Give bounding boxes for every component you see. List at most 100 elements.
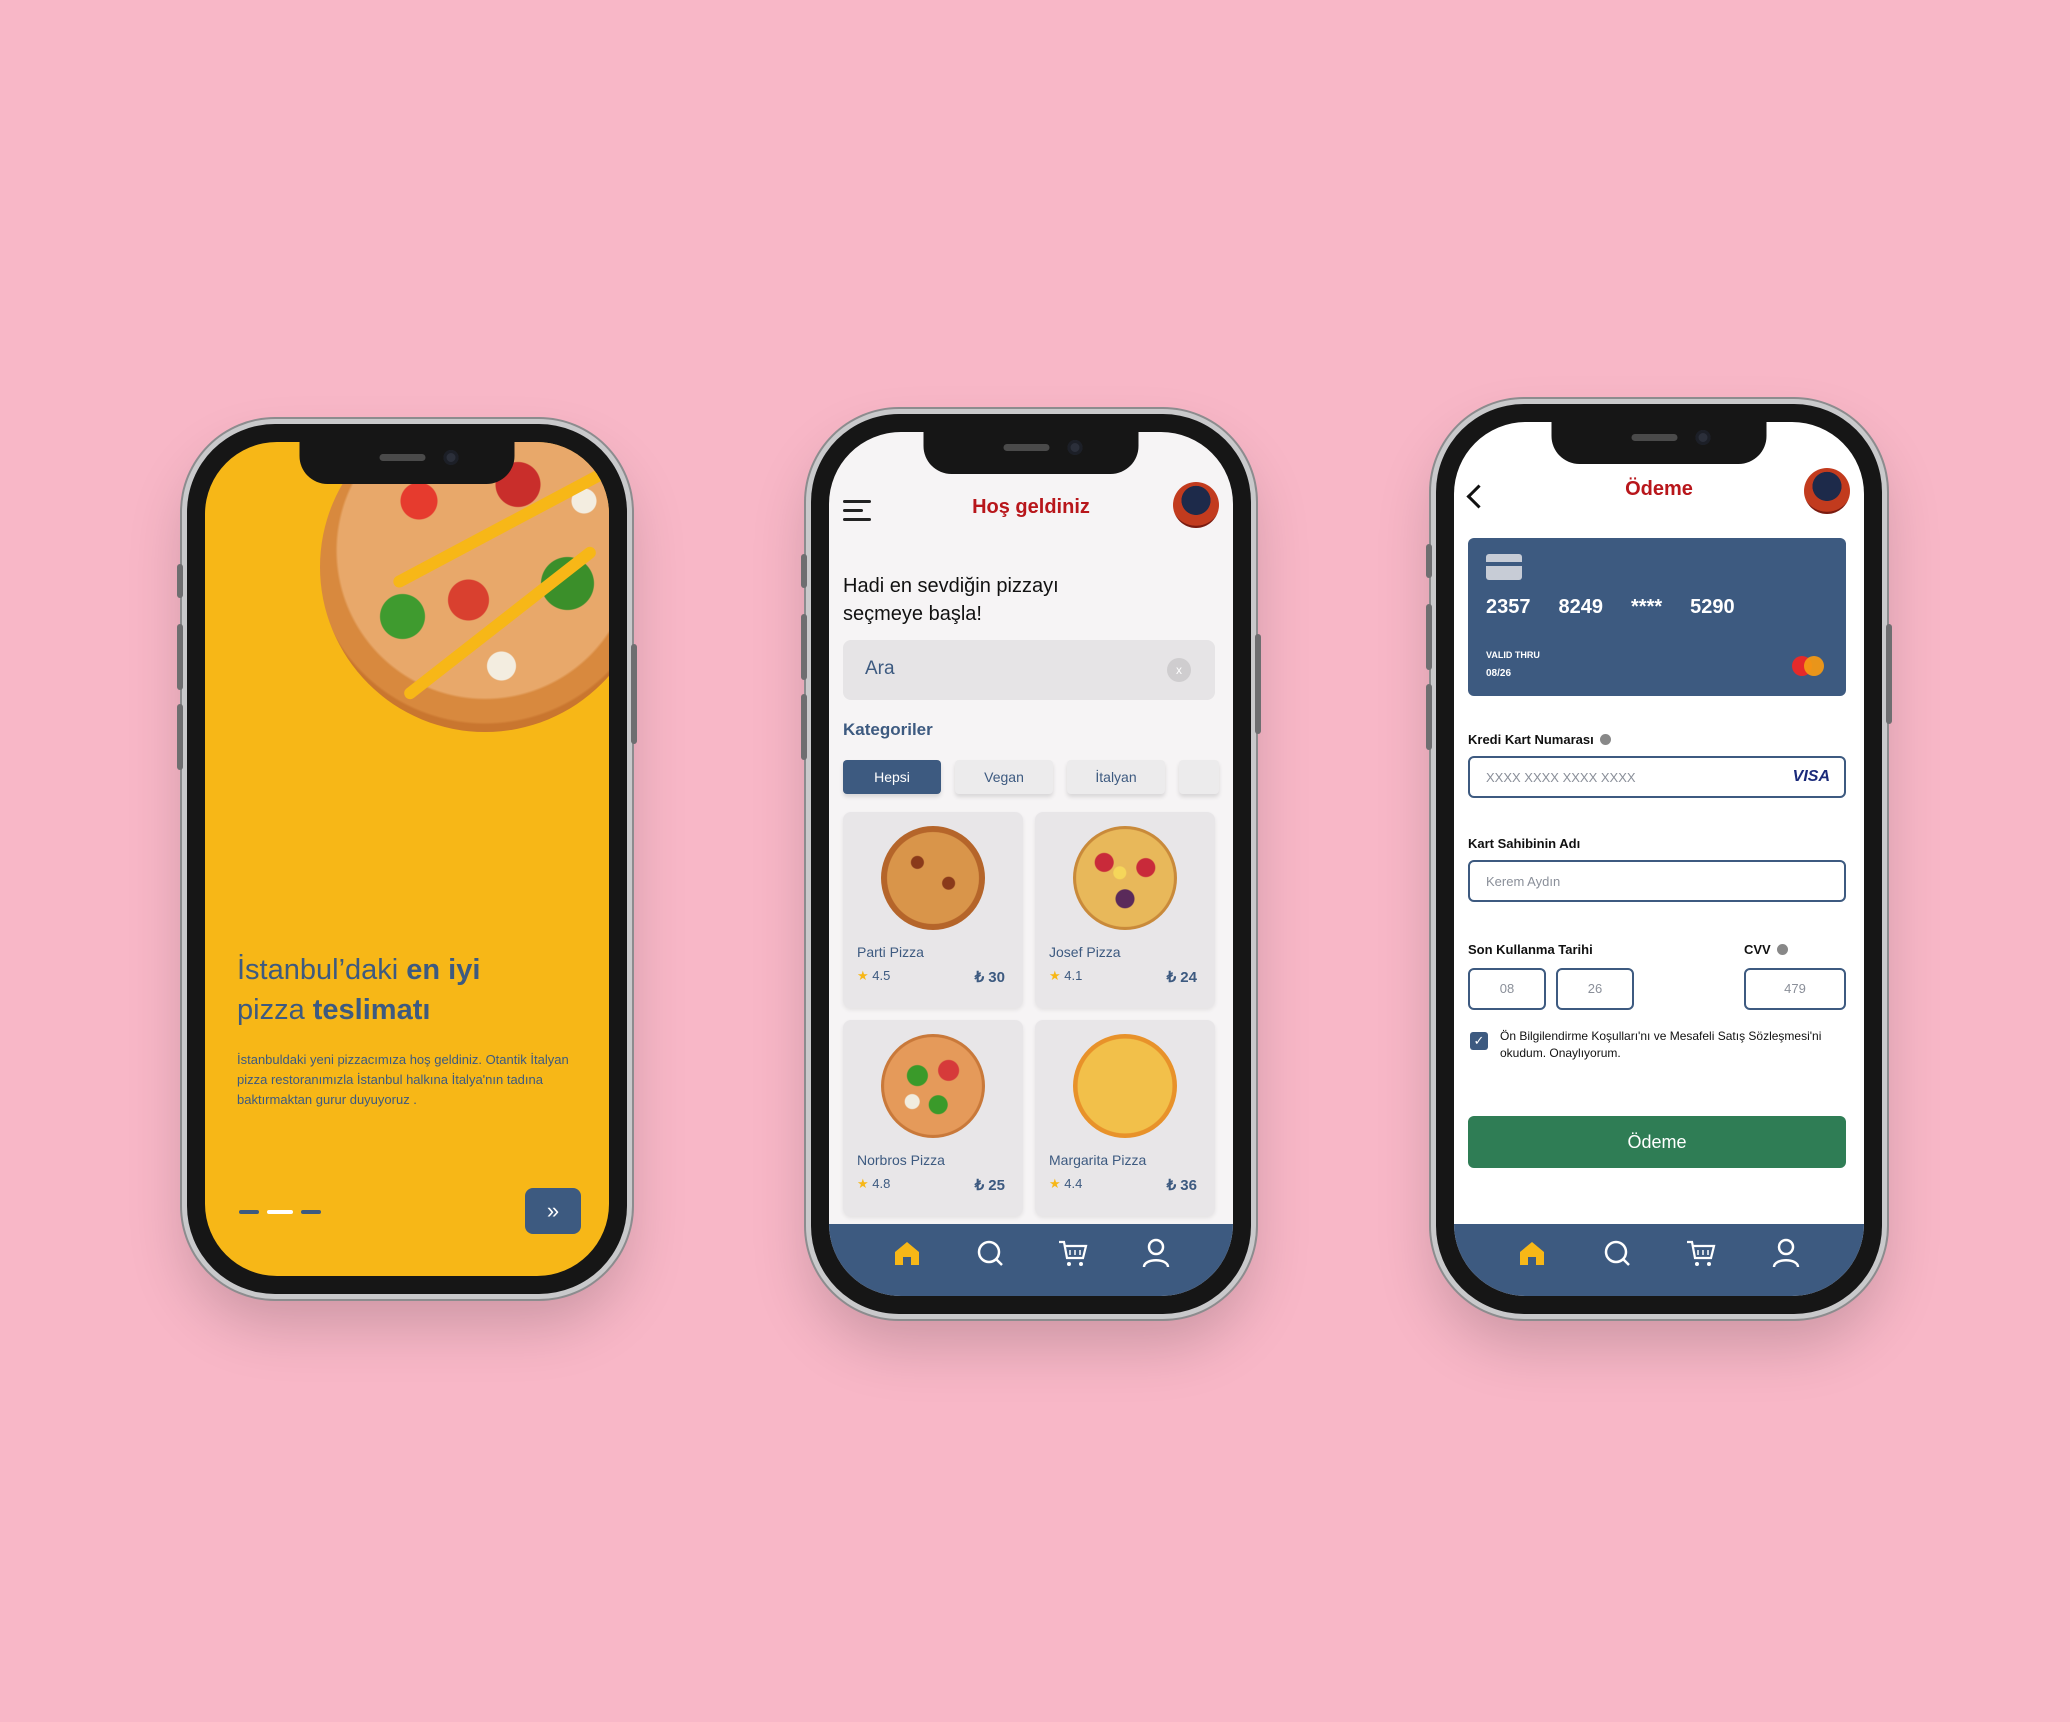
card-number-label: Kredi Kart Numarası bbox=[1468, 732, 1611, 747]
expiry-label: Son Kullanma Tarihi bbox=[1468, 942, 1593, 957]
rating-value: 4.5 bbox=[872, 968, 891, 983]
pizza-image bbox=[881, 1034, 985, 1138]
avatar[interactable] bbox=[1173, 482, 1219, 528]
terms-checkbox[interactable]: ✓ bbox=[1470, 1032, 1488, 1050]
onboarding-description: İstanbuldaki yeni pizzacımıza hoş geldin… bbox=[237, 1052, 569, 1107]
product-rating: ★ 4.5 bbox=[857, 968, 890, 984]
cart-icon[interactable] bbox=[1056, 1236, 1090, 1270]
category-chip-more[interactable] bbox=[1179, 760, 1219, 794]
title-bold: en iyi bbox=[406, 954, 481, 986]
categories-title: Kategoriler bbox=[843, 720, 933, 739]
product-card[interactable]: Josef Pizza ★ 4.1 ₺ 24 bbox=[1035, 812, 1215, 1008]
title-bold: teslimatı bbox=[312, 994, 431, 1026]
clear-search-icon[interactable]: x bbox=[1167, 658, 1191, 682]
cvv-label: CVV bbox=[1744, 942, 1788, 957]
page-dot-active bbox=[267, 1210, 293, 1214]
profile-icon[interactable] bbox=[1139, 1236, 1173, 1270]
title-text: pizza bbox=[237, 994, 313, 1026]
profile-icon[interactable] bbox=[1769, 1236, 1803, 1270]
holder-name-label: Kart Sahibinin Adı bbox=[1468, 836, 1581, 851]
page-indicator bbox=[239, 1210, 321, 1214]
phone-side-button bbox=[1886, 624, 1892, 724]
card-number-display: 2357 8249 **** 5290 bbox=[1486, 596, 1735, 619]
product-name: Parti Pizza bbox=[857, 944, 924, 960]
phone-side-button bbox=[177, 624, 183, 690]
holder-name-field[interactable]: Kerem Aydın bbox=[1468, 860, 1846, 902]
product-price: ₺ 25 bbox=[974, 1177, 1005, 1194]
product-price: ₺ 36 bbox=[1166, 1177, 1197, 1194]
phone-side-button bbox=[1426, 684, 1432, 750]
next-button[interactable]: » bbox=[525, 1188, 581, 1234]
card-number-group: **** bbox=[1631, 596, 1663, 618]
double-chevron-right-icon: » bbox=[546, 1198, 560, 1223]
product-price: ₺ 24 bbox=[1166, 969, 1197, 986]
phone-side-button bbox=[177, 564, 183, 598]
visa-logo-icon: VISA bbox=[1792, 768, 1830, 785]
page-dot bbox=[301, 1210, 321, 1214]
cart-icon[interactable] bbox=[1684, 1236, 1718, 1270]
avatar[interactable] bbox=[1804, 468, 1850, 514]
home-screen: Hoş geldiniz Hadi en sevdiğin pizzayı se… bbox=[829, 432, 1233, 1296]
payment-title: Ödeme bbox=[1625, 478, 1693, 500]
category-chip-hepsi[interactable]: Hepsi bbox=[843, 760, 941, 794]
card-icon bbox=[1486, 554, 1522, 580]
pizza-image bbox=[1073, 1034, 1177, 1138]
phone-side-button bbox=[1426, 544, 1432, 578]
card-number-field[interactable]: XXXX XXXX XXXX XXXX VISA bbox=[1468, 756, 1846, 798]
valid-thru-label: VALID THRU bbox=[1486, 650, 1540, 660]
label-text: CVV bbox=[1744, 942, 1771, 957]
cvv-field[interactable]: 479 bbox=[1744, 968, 1846, 1010]
search-icon[interactable] bbox=[973, 1236, 1007, 1270]
credit-card-preview: 2357 8249 **** 5290 VALID THRU 08/26 bbox=[1468, 538, 1846, 696]
onboarding-screen: İstanbul’daki en iyi pizza teslimatı İst… bbox=[205, 442, 609, 1276]
pizza-image bbox=[881, 826, 985, 930]
card-number-group: 5290 bbox=[1690, 596, 1735, 618]
payment-phone: Ödeme 2357 8249 **** 5290 VALID THRU 08/… bbox=[1426, 404, 1892, 1314]
phone-notch bbox=[299, 442, 515, 484]
product-price: ₺ 30 bbox=[974, 969, 1005, 986]
page-dot bbox=[239, 1210, 259, 1214]
pizza-image bbox=[1073, 826, 1177, 930]
product-card[interactable]: Norbros Pizza ★ 4.8 ₺ 25 bbox=[843, 1020, 1023, 1216]
expiry-year-field[interactable]: 26 bbox=[1556, 968, 1634, 1010]
phone-side-button bbox=[801, 694, 807, 760]
product-card[interactable]: Parti Pizza ★ 4.5 ₺ 30 bbox=[843, 812, 1023, 1008]
product-name: Norbros Pizza bbox=[857, 1152, 945, 1168]
home-phone: Hoş geldiniz Hadi en sevdiğin pizzayı se… bbox=[801, 414, 1261, 1314]
rating-value: 4.8 bbox=[872, 1176, 891, 1191]
onboarding-phone: İstanbul’daki en iyi pizza teslimatı İst… bbox=[177, 424, 637, 1294]
phone-side-button bbox=[801, 554, 807, 588]
category-chips: Hepsi Vegan İtalyan bbox=[843, 760, 1219, 794]
bottom-nav bbox=[1454, 1224, 1864, 1296]
home-icon[interactable] bbox=[890, 1236, 924, 1270]
star-icon: ★ bbox=[857, 1176, 869, 1191]
label-text: Kredi Kart Numarası bbox=[1468, 732, 1594, 747]
category-chip-italyan[interactable]: İtalyan bbox=[1067, 760, 1165, 794]
terms-text: Ön Bilgilendirme Koşulları'nı ve Mesafel… bbox=[1500, 1029, 1822, 1060]
product-rating: ★ 4.1 bbox=[1049, 968, 1082, 984]
phone-side-button bbox=[1426, 604, 1432, 670]
search-icon[interactable] bbox=[1600, 1236, 1634, 1270]
product-name: Josef Pizza bbox=[1049, 944, 1121, 960]
search-input[interactable]: Ara x bbox=[843, 640, 1215, 700]
help-icon[interactable] bbox=[1776, 944, 1788, 955]
product-grid: Parti Pizza ★ 4.5 ₺ 30 Josef Pizza ★ 4.1… bbox=[843, 812, 1215, 1216]
pay-button[interactable]: Ödeme bbox=[1468, 1116, 1846, 1168]
phone-notch bbox=[923, 432, 1139, 474]
bottom-nav bbox=[829, 1224, 1233, 1296]
payment-screen: Ödeme 2357 8249 **** 5290 VALID THRU 08/… bbox=[1454, 422, 1864, 1296]
home-icon[interactable] bbox=[1515, 1236, 1549, 1270]
phone-side-button bbox=[1255, 634, 1261, 734]
category-chip-vegan[interactable]: Vegan bbox=[955, 760, 1053, 794]
star-icon: ★ bbox=[1049, 968, 1061, 983]
card-number-group: 8249 bbox=[1558, 596, 1604, 618]
phone-side-button bbox=[177, 704, 183, 770]
product-rating: ★ 4.4 bbox=[1049, 1176, 1082, 1192]
onboarding-title: İstanbul’daki en iyi pizza teslimatı bbox=[237, 950, 480, 1030]
expiry-month-field[interactable]: 08 bbox=[1468, 968, 1546, 1010]
home-header: Hoş geldiniz bbox=[829, 482, 1233, 542]
holder-name-placeholder: Kerem Aydın bbox=[1486, 874, 1561, 889]
product-card[interactable]: Margarita Pizza ★ 4.4 ₺ 36 bbox=[1035, 1020, 1215, 1216]
star-icon: ★ bbox=[857, 968, 869, 983]
help-icon[interactable] bbox=[1599, 734, 1611, 745]
